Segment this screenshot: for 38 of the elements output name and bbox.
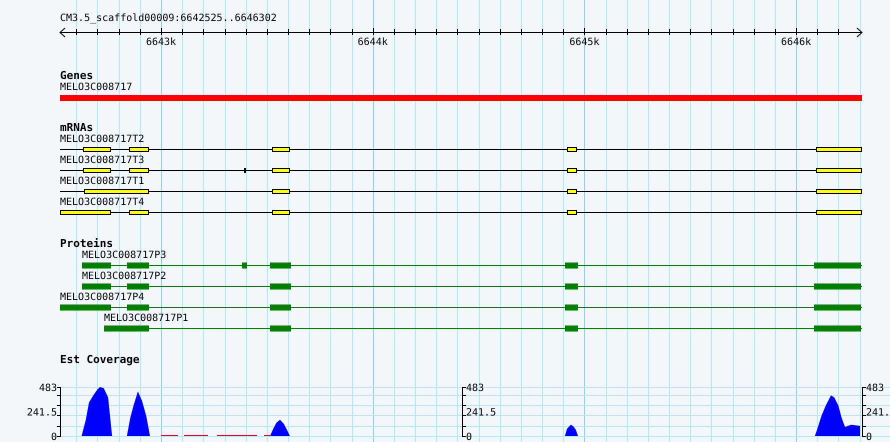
feature-label: MELO3C008717T3 (60, 155, 144, 167)
axis-label: 0 (866, 432, 872, 442)
ruler-title: CM3.5_scaffold00009:6642525..6646302 (60, 13, 277, 25)
feature-label: MELO3C008717T2 (60, 134, 144, 146)
axis-label: 0 (50, 432, 57, 442)
ruler-tick-label: 6646k (781, 37, 812, 48)
feature-label: MELO3C008717T4 (60, 197, 144, 209)
feature-label: MELO3C008717T1 (60, 176, 144, 188)
feature-label: MELO3C008717P3 (82, 250, 166, 262)
axis-label: 241.5 (26, 408, 57, 418)
protein-glyph[interactable] (60, 304, 862, 310)
axis-label: 483 (38, 383, 57, 394)
track-title: Proteins (60, 238, 113, 250)
y-axis (862, 386, 866, 437)
transcript-glyph[interactable] (60, 210, 862, 215)
ruler-tick-label: 6644k (358, 37, 388, 48)
track-title: Genes (60, 70, 94, 82)
axis-label: 241. (866, 408, 890, 418)
feature-label: MELO3C008717P2 (82, 271, 166, 283)
feature-label: MELO3C008717P1 (104, 313, 188, 325)
protein-glyph[interactable] (82, 262, 862, 268)
protein-glyph[interactable] (104, 326, 862, 332)
feature-label: MELO3C008717 (60, 82, 132, 94)
transcript-glyph[interactable] (60, 189, 862, 194)
protein-glyph[interactable] (82, 284, 862, 290)
transcript-glyph[interactable] (60, 168, 862, 173)
axis-label: 241.5 (466, 408, 496, 418)
track-title: Est Coverage (60, 354, 140, 366)
track-title: mRNAs (60, 122, 94, 134)
axis-label: 483 (466, 383, 484, 394)
axis-label: 0 (466, 432, 472, 442)
ruler-tick-label: 6645k (569, 37, 600, 48)
y-axis (462, 386, 466, 437)
axis-label: 483 (866, 383, 884, 394)
feature-label: MELO3C008717P4 (60, 292, 144, 304)
transcript-glyph[interactable] (60, 147, 862, 152)
y-axis (56, 386, 62, 437)
ruler-tick-label: 6643k (146, 37, 176, 48)
